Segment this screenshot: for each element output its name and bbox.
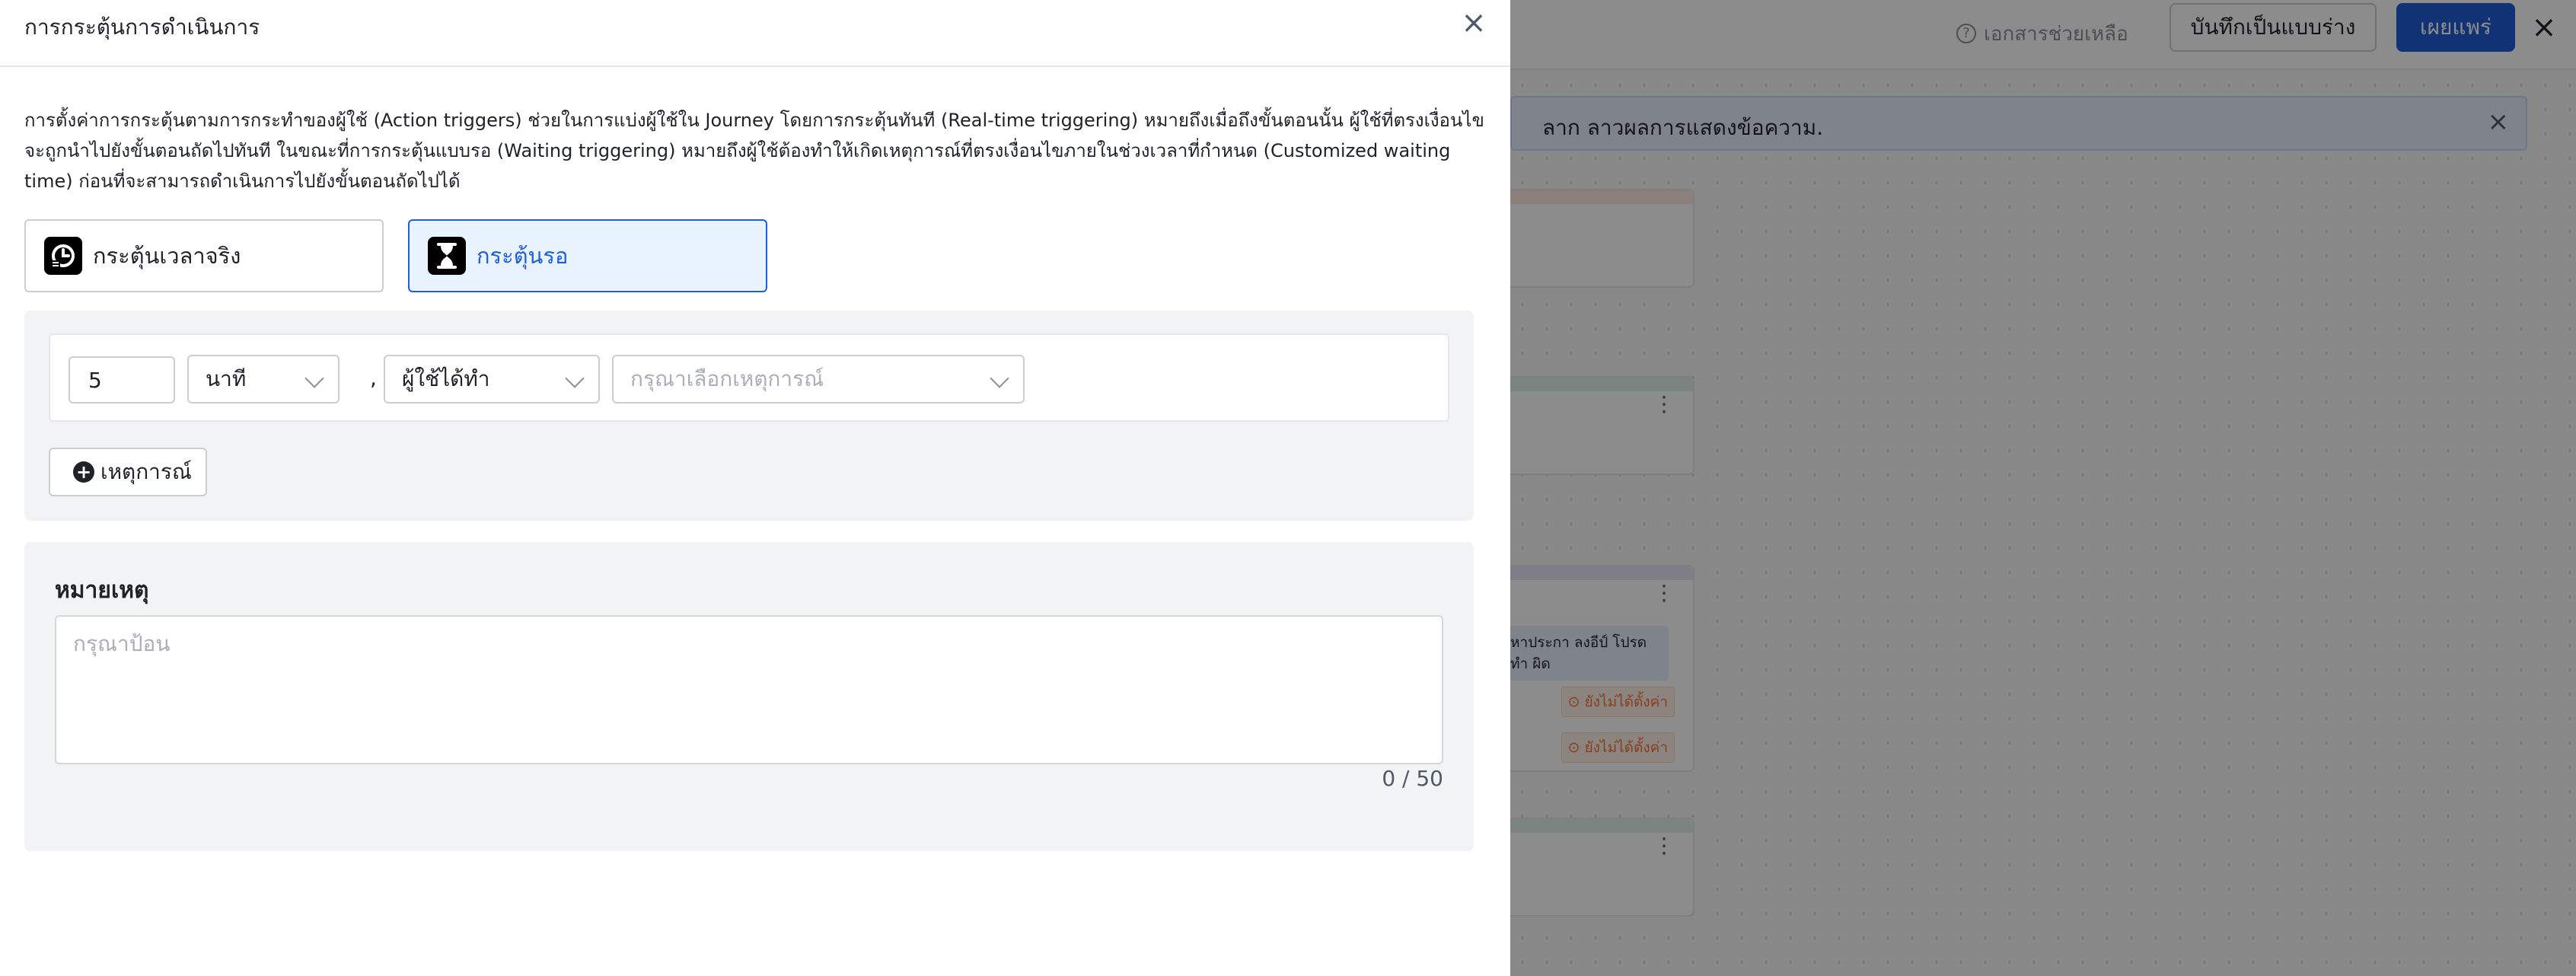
note-char-counter: 0 / 50 <box>1382 766 1443 791</box>
actor-value: ผู้ใช้ได้ทำ <box>402 366 490 391</box>
time-unit-value: นาที <box>206 366 247 391</box>
event-select[interactable]: กรุณาเลือกเหตุการณ์ <box>612 355 1025 403</box>
actor-select[interactable]: ผู้ใช้ได้ทำ <box>384 355 600 403</box>
close-icon[interactable]: × <box>1457 6 1490 40</box>
condition-panel: นาที , ผู้ใช้ได้ทำ กรุณาเลือกเหตุการณ์ +… <box>24 311 1474 521</box>
chevron-down-icon <box>565 368 585 388</box>
realtime-clock-icon <box>44 237 82 275</box>
plus-circle-icon: + <box>73 461 94 483</box>
note-textarea[interactable] <box>55 615 1443 764</box>
realtime-trigger-option[interactable]: กระตุ้นเวลาจริง <box>24 219 384 292</box>
chevron-down-icon <box>990 368 1009 388</box>
note-panel: หมายเหตุ 0 / 50 <box>24 542 1474 851</box>
drawer-title: การกระตุ้นการดำเนินการ <box>24 14 260 40</box>
waiting-trigger-option[interactable]: กระตุ้นรอ <box>408 219 767 292</box>
time-unit-select[interactable]: นาที <box>187 355 340 403</box>
realtime-trigger-label: กระตุ้นเวลาจริง <box>93 243 241 269</box>
add-event-button[interactable]: + เหตุการณ์ <box>49 448 207 496</box>
wait-time-input[interactable] <box>69 356 175 403</box>
condition-row: นาที , ผู้ใช้ได้ทำ กรุณาเลือกเหตุการณ์ <box>49 333 1449 422</box>
waiting-trigger-label: กระตุ้นรอ <box>477 243 569 269</box>
note-title: หมายเหตุ <box>55 577 149 604</box>
event-select-placeholder: กรุณาเลือกเหตุการณ์ <box>630 366 824 391</box>
separator: , <box>370 365 377 391</box>
hourglass-icon <box>428 237 466 275</box>
chevron-down-icon <box>304 368 324 388</box>
trigger-description: การตั้งค่าการกระตุ้นตามการกระทำของผู้ใช้… <box>24 110 1484 192</box>
action-trigger-drawer: การกระตุ้นการดำเนินการ × การตั้งค่าการกร… <box>0 0 1510 976</box>
add-event-label: เหตุการณ์ <box>100 459 192 484</box>
drawer-header: การกระตุ้นการดำเนินการ × <box>0 0 1510 67</box>
